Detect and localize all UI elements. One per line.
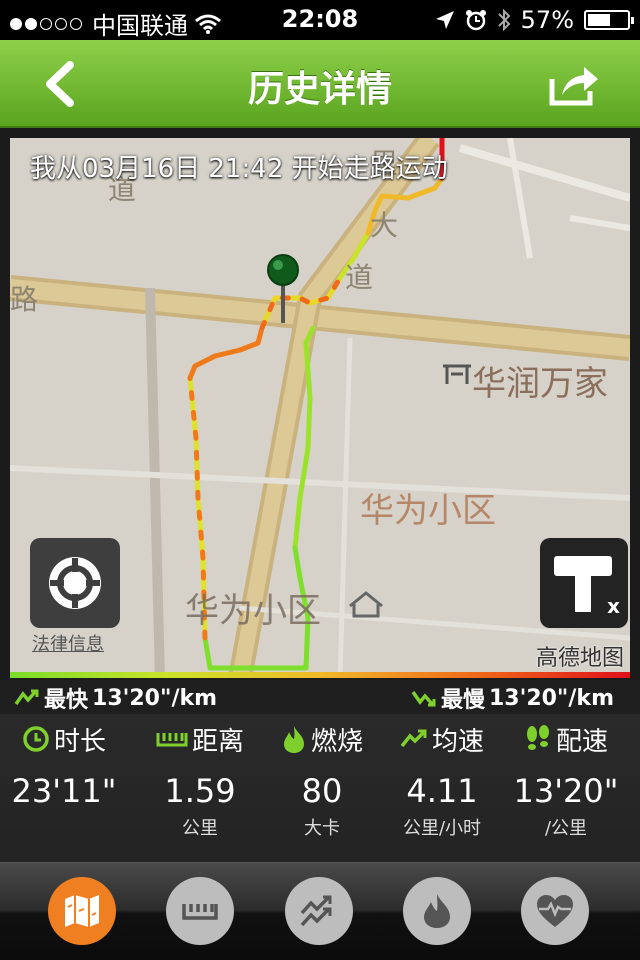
tab-heart-rate[interactable] — [521, 877, 589, 945]
stat-label: 均速 — [431, 726, 484, 757]
locate-button[interactable] — [30, 538, 120, 628]
stat-value: 1.59 — [164, 772, 236, 810]
battery-percent: 57% — [520, 6, 574, 34]
tab-map[interactable] — [48, 877, 116, 945]
trend-icon — [400, 729, 427, 748]
speed-summary: 最快 13'20"/km 最慢 13'20"/km — [0, 680, 640, 714]
stat-duration: 时长 23'11" — [0, 714, 128, 814]
poi-label: 华润万家 — [472, 364, 608, 404]
nav-bar: 历史详情 — [0, 40, 640, 128]
alarm-icon — [465, 10, 486, 31]
tab-speed[interactable] — [285, 877, 353, 945]
status-right: 57% — [435, 6, 634, 34]
slowest-value: 13'20"/km — [488, 685, 614, 711]
stat-unit: 大卡 — [304, 818, 340, 839]
stat-calories: 燃烧 80 大卡 — [258, 714, 386, 840]
stat-unit: 公里/小时 — [402, 818, 482, 839]
traffic-toggle-button[interactable]: x — [540, 538, 628, 628]
stat-distance: 距离 1.59 公里 — [136, 714, 264, 840]
stat-avg-speed: 均速 4.11 公里/小时 — [378, 714, 506, 840]
speed-chart-icon — [300, 895, 332, 927]
slowest-speed: 最慢 13'20"/km — [411, 682, 614, 714]
map-icon — [65, 895, 99, 927]
flame-icon — [424, 894, 450, 928]
ruler-icon — [156, 733, 188, 747]
map-road-label: 路 — [10, 283, 39, 316]
share-button[interactable] — [544, 54, 604, 114]
stat-label: 燃烧 — [310, 726, 363, 757]
stat-unit: /公里 — [544, 818, 588, 839]
stat-unit: 公里 — [182, 818, 218, 839]
footprints-icon — [526, 725, 549, 750]
fast-speed-icon — [14, 689, 39, 706]
map-road-label: 大 — [370, 209, 399, 242]
tab-bar — [0, 862, 640, 960]
map-road-label: 道 — [345, 261, 374, 294]
status-bar: 中国联通 22:08 57% — [0, 0, 640, 40]
ruler-icon — [182, 904, 218, 920]
legal-info-link[interactable]: 法律信息 — [32, 630, 104, 656]
flame-icon — [283, 726, 304, 753]
tab-calories[interactable] — [403, 877, 471, 945]
fastest-value: 13'20"/km — [92, 685, 218, 711]
bluetooth-icon — [497, 8, 511, 32]
fastest-label: 最快 — [44, 688, 89, 713]
stat-value: 13'20" — [513, 772, 619, 810]
route-start-text: 我从03月16日 21:42 开始走路运动 — [30, 154, 448, 184]
tab-distance[interactable] — [166, 877, 234, 945]
battery-icon — [584, 10, 634, 30]
slow-speed-icon — [411, 690, 436, 707]
clock-icon — [23, 726, 49, 752]
stat-label: 配速 — [555, 726, 608, 757]
area-label: 华为小区 — [185, 591, 321, 631]
stat-value: 23'11" — [11, 772, 117, 810]
traffic-off-mark: x — [607, 594, 620, 618]
stat-value: 80 — [301, 772, 343, 810]
stat-label: 时长 — [53, 726, 106, 757]
stats-panel: 时长 23'11" 距离 1.59 公里 燃烧 80 大卡 均速 4.11 公里… — [0, 714, 640, 862]
route-map[interactable]: 道 里 大 道 路 华润万家 华为小区 华为小区 我从03月16日 21:42 … — [10, 138, 630, 678]
stat-pace: 配速 13'20" /公里 — [502, 714, 630, 840]
map-brand-logo: 高德地图 — [535, 646, 624, 671]
share-icon — [549, 67, 598, 106]
crosshair-icon — [49, 557, 101, 609]
fastest-speed: 最快 13'20"/km — [14, 682, 217, 714]
area-label: 华为小区 — [360, 491, 496, 531]
slowest-label: 最慢 — [440, 688, 485, 713]
stat-value: 4.11 — [406, 772, 478, 810]
stat-label: 距离 — [191, 726, 244, 757]
heart-rate-icon — [537, 895, 573, 927]
speed-gradient-bar — [10, 672, 630, 678]
location-arrow-icon — [435, 11, 454, 29]
